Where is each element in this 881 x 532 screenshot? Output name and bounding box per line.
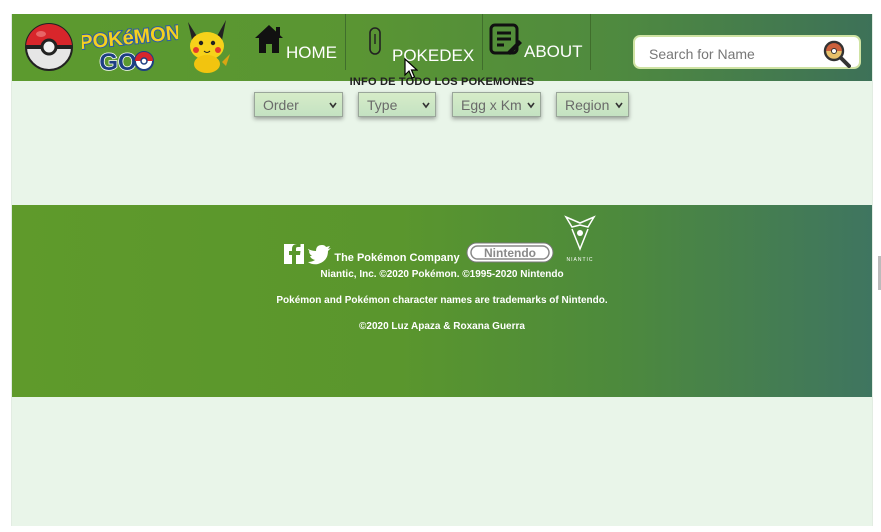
app-frame: POKéMON GO HOME POKEDEX ABOUT Search for… bbox=[11, 14, 873, 526]
type-select[interactable]: Type bbox=[358, 92, 436, 117]
logo-go-text: GO bbox=[99, 49, 136, 74]
footer-copyright: Niantic, Inc. ©2020 Pokémon. ©1995-2020 … bbox=[320, 269, 564, 280]
nintendo-text: Nintendo bbox=[484, 246, 536, 260]
twitter-icon[interactable] bbox=[308, 245, 331, 265]
region-select[interactable]: Region bbox=[556, 92, 629, 117]
search-box bbox=[633, 35, 861, 69]
type-select-label: Type bbox=[367, 97, 398, 113]
order-select[interactable]: Order bbox=[254, 92, 343, 117]
pokedex-icon bbox=[369, 27, 381, 55]
nav-about[interactable]: ABOUT bbox=[482, 14, 591, 70]
egg-km-select[interactable]: Egg x Km bbox=[452, 92, 541, 117]
pikachu-icon bbox=[188, 20, 230, 73]
home-icon bbox=[255, 25, 283, 53]
footer-logos: The Pokémon Company Nintendo NIANTIC bbox=[284, 215, 596, 265]
search-icon[interactable] bbox=[823, 40, 851, 68]
nav-about-label: ABOUT bbox=[524, 42, 583, 61]
order-select-label: Order bbox=[263, 97, 299, 113]
nav-home-label: HOME bbox=[286, 43, 337, 62]
footer-company: The Pokémon Company bbox=[334, 252, 460, 264]
region-select-label: Region bbox=[565, 97, 610, 113]
nav-home[interactable]: HOME bbox=[248, 14, 343, 70]
facebook-icon[interactable] bbox=[284, 244, 304, 264]
nintendo-logo: Nintendo bbox=[466, 242, 554, 263]
niantic-logo: NIANTIC bbox=[564, 215, 596, 263]
pokemon-go-logo[interactable]: POKéMON GO bbox=[82, 20, 178, 74]
chevron-down-icon bbox=[527, 102, 535, 109]
about-icon bbox=[489, 23, 522, 55]
cursor-icon bbox=[404, 58, 418, 79]
footer: The Pokémon Company Nintendo NIANTIC Nia… bbox=[12, 205, 872, 397]
header-nav: POKéMON GO HOME POKEDEX ABOUT Search for… bbox=[12, 14, 872, 81]
page-subtitle: INFO DE TODO LOS POKEMONES bbox=[349, 76, 535, 88]
chevron-down-icon bbox=[615, 102, 623, 109]
pokeball-icon[interactable] bbox=[24, 22, 74, 72]
chevron-down-icon bbox=[422, 102, 430, 109]
chevron-down-icon bbox=[329, 102, 337, 109]
search-input[interactable] bbox=[647, 43, 821, 65]
egg-km-select-label: Egg x Km bbox=[461, 97, 522, 113]
footer-authors: ©2020 Luz Apaza & Roxana Guerra bbox=[359, 321, 525, 332]
niantic-text: NIANTIC bbox=[567, 257, 594, 263]
footer-trademark: Pokémon and Pokémon character names are … bbox=[276, 295, 608, 306]
